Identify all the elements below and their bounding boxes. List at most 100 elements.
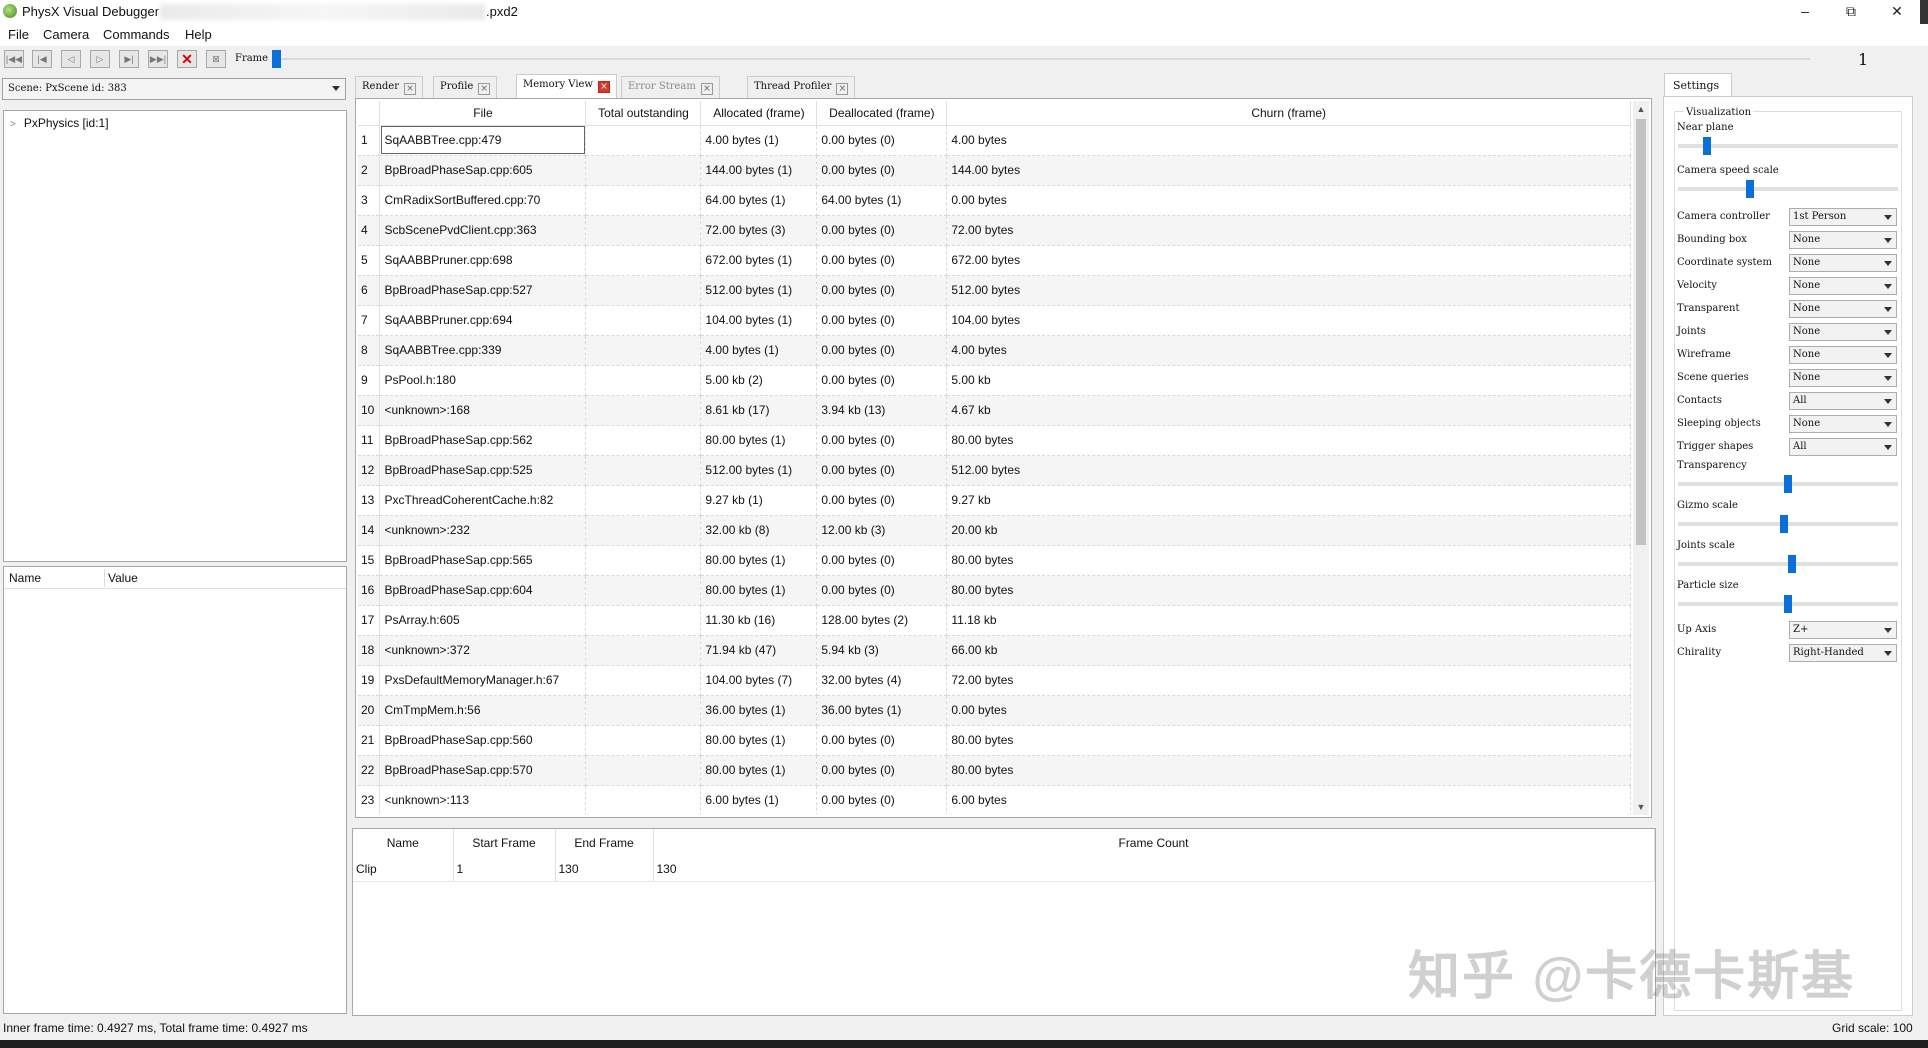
table-row[interactable]: 6 BpBroadPhaseSap.cpp:527 512.00 bytes (1)…: [358, 275, 1631, 306]
setting-dropdown[interactable]: None: [1789, 346, 1897, 364]
file-cell[interactable]: PsPool.h:180: [379, 365, 587, 396]
file-cell[interactable]: BpBroadPhaseSap.cpp:525: [379, 455, 587, 486]
close-icon[interactable]: ×: [700, 83, 713, 95]
row-number[interactable]: 8: [358, 335, 381, 366]
clip-start-frame[interactable]: 1: [453, 857, 556, 882]
table-row[interactable]: 7 SqAABBPruner.cpp:694 104.00 bytes (1) 0.0…: [358, 305, 1631, 336]
column-header[interactable]: Start Frame: [453, 829, 556, 857]
churn-cell[interactable]: 80.00 bytes: [946, 545, 1631, 576]
row-number[interactable]: 5: [358, 245, 381, 276]
table-row[interactable]: 5 SqAABBPruner.cpp:698 672.00 bytes (1) 0.0…: [358, 245, 1631, 276]
allocated-cell[interactable]: 672.00 bytes (1): [700, 245, 818, 276]
allocated-cell[interactable]: 104.00 bytes (1): [700, 305, 818, 336]
menu-help[interactable]: Help: [185, 27, 212, 42]
tab-error-stream[interactable]: Error Stream ×: [621, 76, 720, 98]
deallocated-cell[interactable]: 0.00 bytes (0): [816, 725, 948, 756]
column-header[interactable]: Name: [353, 829, 454, 857]
row-number[interactable]: 9: [358, 365, 381, 396]
deallocated-cell[interactable]: 0.00 bytes (0): [816, 425, 948, 456]
deallocated-cell[interactable]: 0.00 bytes (0): [816, 545, 948, 576]
tree-item-pxphysics[interactable]: > PxPhysics [id:1]: [10, 116, 109, 130]
deallocated-cell[interactable]: 0.00 bytes (0): [816, 455, 948, 486]
deallocated-cell[interactable]: 64.00 bytes (1): [816, 185, 948, 216]
row-number[interactable]: 10: [358, 395, 381, 426]
file-cell[interactable]: BpBroadPhaseSap.cpp:565: [379, 545, 587, 576]
close-icon[interactable]: ×: [404, 83, 416, 95]
table-row[interactable]: 15 BpBroadPhaseSap.cpp:565 80.00 bytes (1)…: [358, 545, 1631, 576]
churn-cell[interactable]: 4.67 kb: [946, 395, 1631, 426]
table-row[interactable]: 14 <unknown>:232 32.00 kb (8) 12.00 kb (3) 2…: [358, 515, 1631, 546]
column-header[interactable]: Deallocated (frame): [816, 101, 948, 126]
slider-track[interactable]: [1678, 187, 1898, 191]
total-outstanding-cell[interactable]: [585, 125, 702, 156]
file-cell[interactable]: BpBroadPhaseSap.cpp:527: [379, 275, 587, 306]
file-cell[interactable]: CmRadixSortBuffered.cpp:70: [379, 185, 587, 216]
play-back-icon[interactable]: ◁: [61, 50, 81, 68]
properties-col-value[interactable]: Value: [108, 571, 138, 585]
file-cell[interactable]: BpBroadPhaseSap.cpp:604: [379, 575, 587, 606]
row-number[interactable]: 18: [358, 635, 381, 666]
scene-select[interactable]: Scene: PxScene id: 383: [2, 78, 346, 100]
total-outstanding-cell[interactable]: [585, 785, 702, 814]
total-outstanding-cell[interactable]: [585, 275, 702, 306]
row-number[interactable]: 14: [358, 515, 381, 546]
setting-dropdown[interactable]: Right-Handed: [1789, 644, 1897, 662]
churn-cell[interactable]: 104.00 bytes: [946, 305, 1631, 336]
menu-file[interactable]: File: [8, 27, 29, 42]
file-cell[interactable]: PxcThreadCoherentCache.h:82: [379, 485, 587, 516]
slider-handle[interactable]: [1779, 515, 1788, 533]
allocated-cell[interactable]: 144.00 bytes (1): [700, 155, 818, 186]
close-icon[interactable]: ×: [836, 83, 849, 95]
table-row[interactable]: 19 PxsDefaultMemoryManager.h:67 104.00 byt…: [358, 665, 1631, 696]
churn-cell[interactable]: 72.00 bytes: [946, 215, 1631, 246]
stop-icon[interactable]: ✕: [177, 50, 197, 68]
total-outstanding-cell[interactable]: [585, 365, 702, 396]
menu-camera[interactable]: Camera: [43, 27, 89, 42]
scroll-up-icon[interactable]: ▲: [1635, 103, 1647, 115]
total-outstanding-cell[interactable]: [585, 665, 702, 696]
deallocated-cell[interactable]: 0.00 bytes (0): [816, 125, 948, 156]
total-outstanding-cell[interactable]: [585, 245, 702, 276]
allocated-cell[interactable]: 6.00 bytes (1): [700, 785, 818, 814]
deallocated-cell[interactable]: 0.00 bytes (0): [816, 785, 948, 814]
deallocated-cell[interactable]: 0.00 bytes (0): [816, 155, 948, 186]
allocated-cell[interactable]: 80.00 bytes (1): [700, 545, 818, 576]
clip-frame-count[interactable]: 130: [653, 857, 1655, 882]
file-cell[interactable]: PsArray.h:605: [379, 605, 587, 636]
first-frame-icon[interactable]: |◀◀: [4, 50, 24, 68]
row-number[interactable]: 21: [358, 725, 381, 756]
step-back-icon[interactable]: |◀: [32, 50, 52, 68]
allocated-cell[interactable]: 71.94 kb (47): [700, 635, 818, 666]
total-outstanding-cell[interactable]: [585, 695, 702, 726]
row-number[interactable]: 16: [358, 575, 381, 606]
deallocated-cell[interactable]: 12.00 kb (3): [816, 515, 948, 546]
vertical-scrollbar[interactable]: ▲ ▼: [1633, 101, 1649, 815]
setting-dropdown[interactable]: None: [1789, 231, 1897, 249]
table-row[interactable]: 20 CmTmpMem.h:56 36.00 bytes (1) 36.00 byte…: [358, 695, 1631, 726]
column-header[interactable]: Churn (frame): [946, 101, 1631, 126]
deallocated-cell[interactable]: 0.00 bytes (0): [816, 365, 948, 396]
allocated-cell[interactable]: 5.00 kb (2): [700, 365, 818, 396]
scroll-down-icon[interactable]: ▼: [1635, 801, 1647, 813]
column-header[interactable]: Allocated (frame): [700, 101, 818, 126]
table-row[interactable]: 18 <unknown>:372 71.94 kb (47) 5.94 kb (3) 6…: [358, 635, 1631, 666]
row-number[interactable]: 13: [358, 485, 381, 516]
table-row[interactable]: 22 BpBroadPhaseSap.cpp:570 80.00 bytes (1)…: [358, 755, 1631, 786]
allocated-cell[interactable]: 36.00 bytes (1): [700, 695, 818, 726]
deallocated-cell[interactable]: 5.94 kb (3): [816, 635, 948, 666]
file-cell[interactable]: SqAABBTree.cpp:339: [379, 335, 587, 366]
column-header[interactable]: File: [379, 101, 587, 126]
table-row[interactable]: 21 BpBroadPhaseSap.cpp:560 80.00 bytes (1)…: [358, 725, 1631, 756]
setting-dropdown[interactable]: None: [1789, 254, 1897, 272]
table-row[interactable]: 4 ScbScenePvdClient.cpp:363 72.00 bytes (3…: [358, 215, 1631, 246]
file-cell[interactable]: SqAABBPruner.cpp:698: [379, 245, 587, 276]
table-row[interactable]: 2 BpBroadPhaseSap.cpp:605 144.00 bytes (1)…: [358, 155, 1631, 186]
deallocated-cell[interactable]: 0.00 bytes (0): [816, 755, 948, 786]
table-row[interactable]: 11 BpBroadPhaseSap.cpp:562 80.00 bytes (1)…: [358, 425, 1631, 456]
churn-cell[interactable]: 11.18 kb: [946, 605, 1631, 636]
total-outstanding-cell[interactable]: [585, 425, 702, 456]
churn-cell[interactable]: 512.00 bytes: [946, 275, 1631, 306]
allocated-cell[interactable]: 80.00 bytes (1): [700, 755, 818, 786]
allocated-cell[interactable]: 80.00 bytes (1): [700, 725, 818, 756]
churn-cell[interactable]: 4.00 bytes: [946, 125, 1631, 156]
